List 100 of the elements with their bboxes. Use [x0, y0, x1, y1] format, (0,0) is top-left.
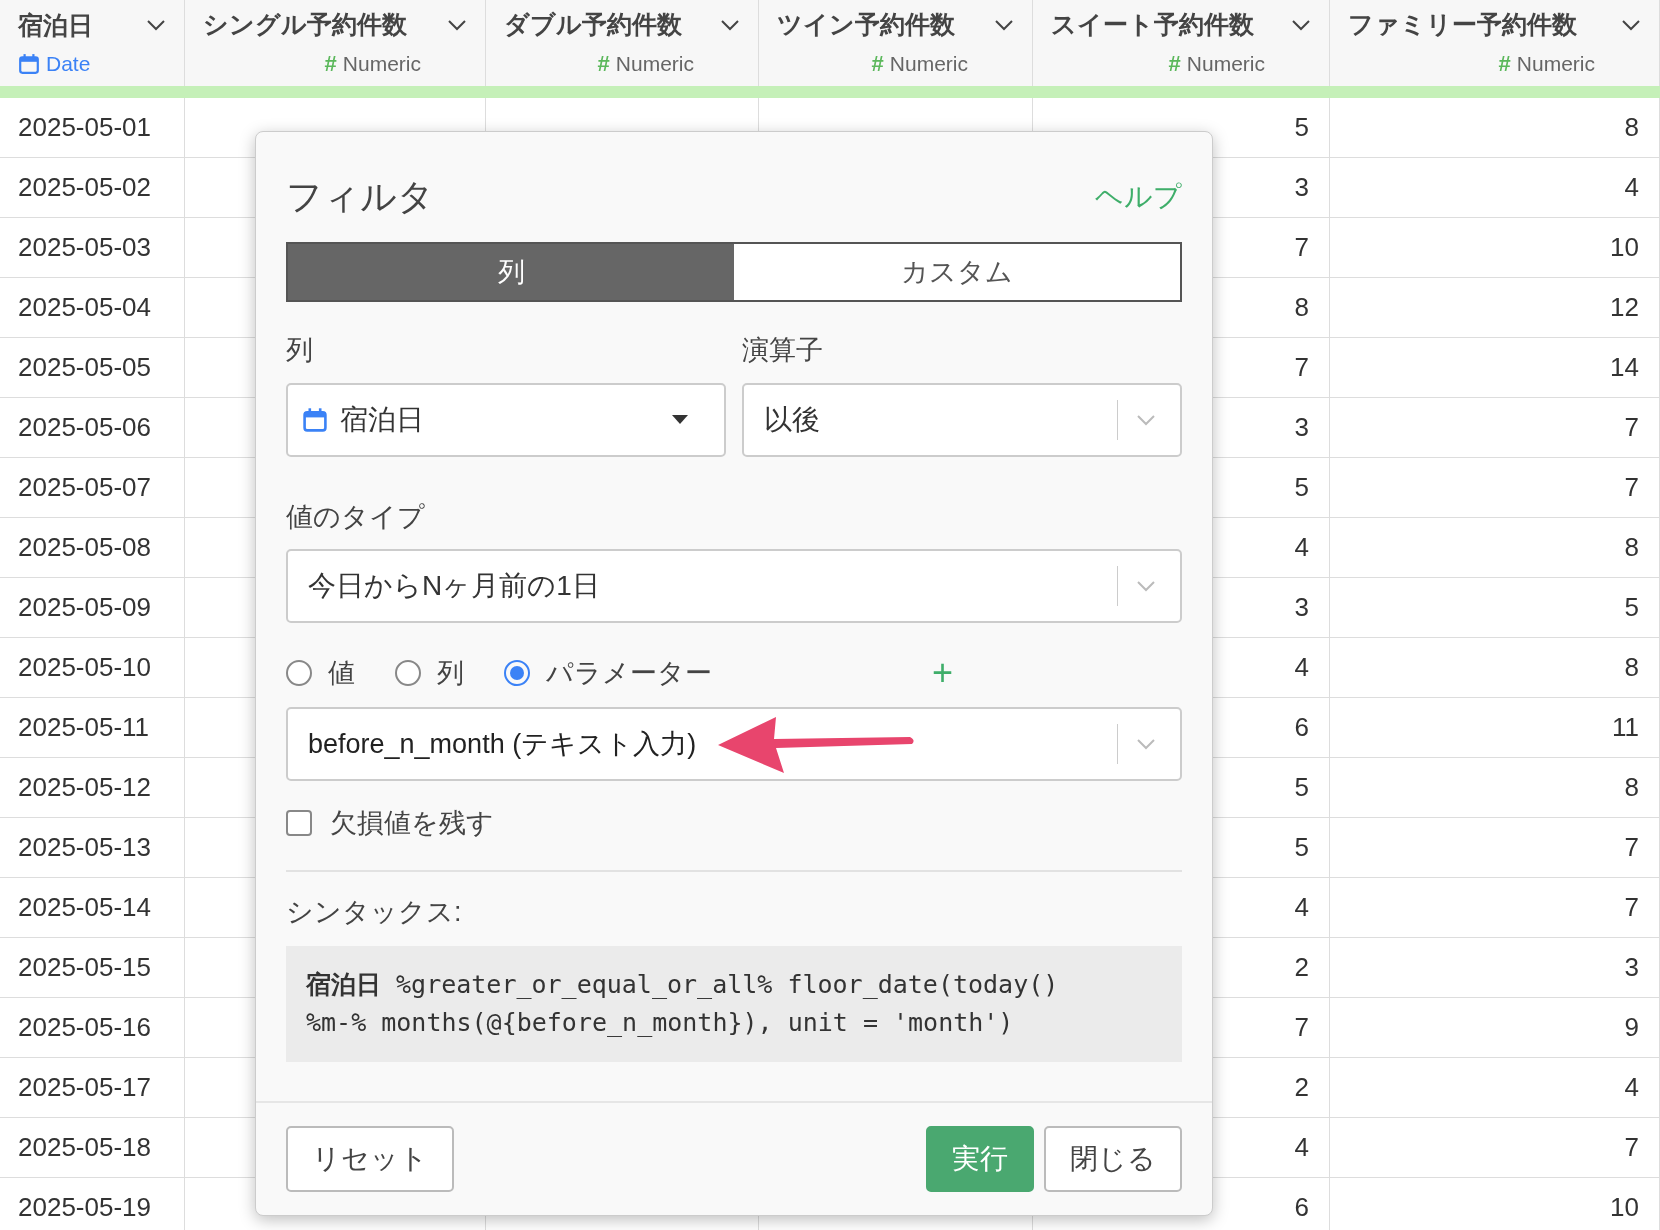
table-cell-text: 7 [1624, 891, 1639, 924]
calendar-icon [18, 52, 40, 75]
chevron-down-icon[interactable] [1291, 18, 1311, 31]
tab[interactable]: 列 [288, 244, 734, 300]
column-type: Numeric [1516, 51, 1595, 77]
table-cell-text: 8 [1624, 651, 1639, 684]
column-title: シングル予約件数 [203, 8, 407, 40]
dialog-button[interactable]: 閉じる [1044, 1126, 1182, 1192]
table-cell-text: 2025-05-12 [18, 771, 151, 804]
column-title: ツイン予約件数 [777, 8, 955, 40]
table-cell-text: 2025-05-11 [18, 711, 150, 744]
column-title: 宿泊日 [18, 9, 93, 41]
table-cell-text: 11 [1612, 711, 1639, 744]
table-cell-text: 2025-05-05 [18, 351, 151, 384]
table-cell-text: 5 [1294, 771, 1309, 804]
keep-missing-checkbox[interactable]: 欠損値を残す [286, 803, 1182, 844]
table-cell-text: 4 [1624, 1071, 1639, 1104]
table-cell-text: 2025-05-03 [18, 231, 151, 264]
radio-button[interactable] [395, 660, 421, 686]
table-cell-text: 6 [1294, 711, 1309, 744]
table-cell-text: 7 [1624, 1131, 1639, 1164]
table-cell-text: 2025-05-19 [18, 1191, 151, 1224]
table-cell-text: 5 [1294, 831, 1309, 864]
table-cell-text: 3 [1294, 411, 1309, 444]
tab[interactable]: カスタム [734, 244, 1180, 300]
column-title: ダブル予約件数 [504, 8, 682, 40]
table-cell-text: 9 [1624, 1011, 1639, 1044]
table-cell-text: 2025-05-16 [18, 1011, 151, 1044]
chevron-down-icon[interactable] [994, 18, 1014, 31]
hash-icon: # [1498, 47, 1511, 81]
radio-button[interactable] [286, 660, 312, 686]
table-cell-text: 4 [1294, 531, 1309, 564]
field-label: 演算子 [742, 334, 824, 367]
table-cell-text: 2025-05-02 [18, 171, 151, 204]
table-cell-text: 3 [1624, 951, 1639, 984]
operator-select[interactable]: 以後 [742, 382, 1182, 457]
column-type: Date [46, 51, 91, 77]
value-type-select[interactable]: 今日からNヶ月前の1日 [286, 549, 1182, 623]
hash-icon: # [597, 47, 610, 81]
radio-option[interactable]: 列 [395, 652, 464, 694]
chevron-down-icon[interactable] [447, 18, 467, 31]
table-cell-text: 4 [1294, 1131, 1309, 1164]
column-type: Numeric [1186, 51, 1265, 77]
chevron-down-icon[interactable] [1621, 18, 1641, 31]
radio-button[interactable] [504, 660, 530, 686]
table-cell-text: 8 [1294, 291, 1309, 324]
table-cell-text: 8 [1624, 771, 1639, 804]
hash-icon: # [871, 47, 884, 81]
field-label: 列 [286, 334, 314, 367]
table-cell-text: 2025-05-09 [18, 591, 151, 624]
table-cell-text: 2025-05-07 [18, 471, 151, 504]
table-cell-text: 2 [1294, 1071, 1309, 1104]
table-cell-text: 10 [1610, 231, 1639, 264]
table-cell-text: 2025-05-13 [18, 831, 151, 864]
table-cell-text: 4 [1294, 651, 1309, 684]
table-cell-text: 7 [1624, 471, 1639, 504]
table-cell-text: 7 [1294, 231, 1309, 264]
dialog-title: フィルタ [286, 175, 434, 219]
table-cell-text: 7 [1624, 411, 1639, 444]
table-cell-text: 8 [1624, 111, 1639, 144]
table-cell-text: 3 [1294, 591, 1309, 624]
radio-option[interactable]: 値 [286, 652, 355, 694]
table-cell-text: 14 [1610, 351, 1639, 384]
column-title: スイート予約件数 [1051, 8, 1254, 40]
table-cell-text: 8 [1624, 531, 1639, 564]
table-cell-text: 4 [1624, 171, 1639, 204]
table-cell-text: 12 [1610, 291, 1639, 324]
caret-icon [672, 415, 688, 424]
column-select[interactable]: 宿泊日 [286, 382, 726, 457]
table-cell-text: 2025-05-17 [18, 1071, 151, 1104]
table-cell-text: 2025-05-08 [18, 531, 151, 564]
table-cell-text: 2025-05-01 [18, 111, 151, 144]
table-cell-text: 7 [1294, 1011, 1309, 1044]
table-cell-text: 7 [1294, 351, 1309, 384]
table-cell-text: 3 [1294, 171, 1309, 204]
table-cell-text: 5 [1294, 111, 1309, 144]
parameter-select[interactable]: before_n_month (テキスト入力) [286, 707, 1182, 781]
table-cell-text: 5 [1624, 591, 1639, 624]
radio-option[interactable]: パラメーター [504, 652, 712, 694]
table-cell-text: 6 [1294, 1191, 1309, 1224]
syntax-code: 宿泊日 %greater_or_equal_or_all% floor_date(today() %m-% months(@{before_n_month}), unit = 'month') [306, 969, 1060, 1039]
table-cell-text: 2025-05-04 [18, 291, 151, 324]
column-type: Numeric [889, 51, 968, 77]
column-type: Numeric [615, 51, 694, 77]
dialog-button[interactable]: リセット [286, 1126, 454, 1192]
calendar-icon [302, 406, 328, 433]
table-cell-text: 2025-05-14 [18, 891, 151, 924]
column-type: Numeric [342, 51, 421, 77]
table-cell-text: 2025-05-06 [18, 411, 151, 444]
table-cell-text: 2025-05-15 [18, 951, 151, 984]
chevron-down-icon[interactable] [720, 18, 740, 31]
column-title: ファミリー予約件数 [1348, 8, 1577, 40]
table-cell-text: 5 [1294, 471, 1309, 504]
checkbox[interactable] [286, 810, 312, 837]
table-cell-text: 2025-05-10 [18, 651, 151, 684]
field-label: 値のタイプ [286, 500, 426, 534]
table-cell-text: 7 [1624, 831, 1639, 864]
table-cell-text: 10 [1610, 1191, 1639, 1224]
syntax-label: シンタックス: [286, 895, 463, 929]
chevron-down-icon[interactable] [146, 19, 166, 32]
